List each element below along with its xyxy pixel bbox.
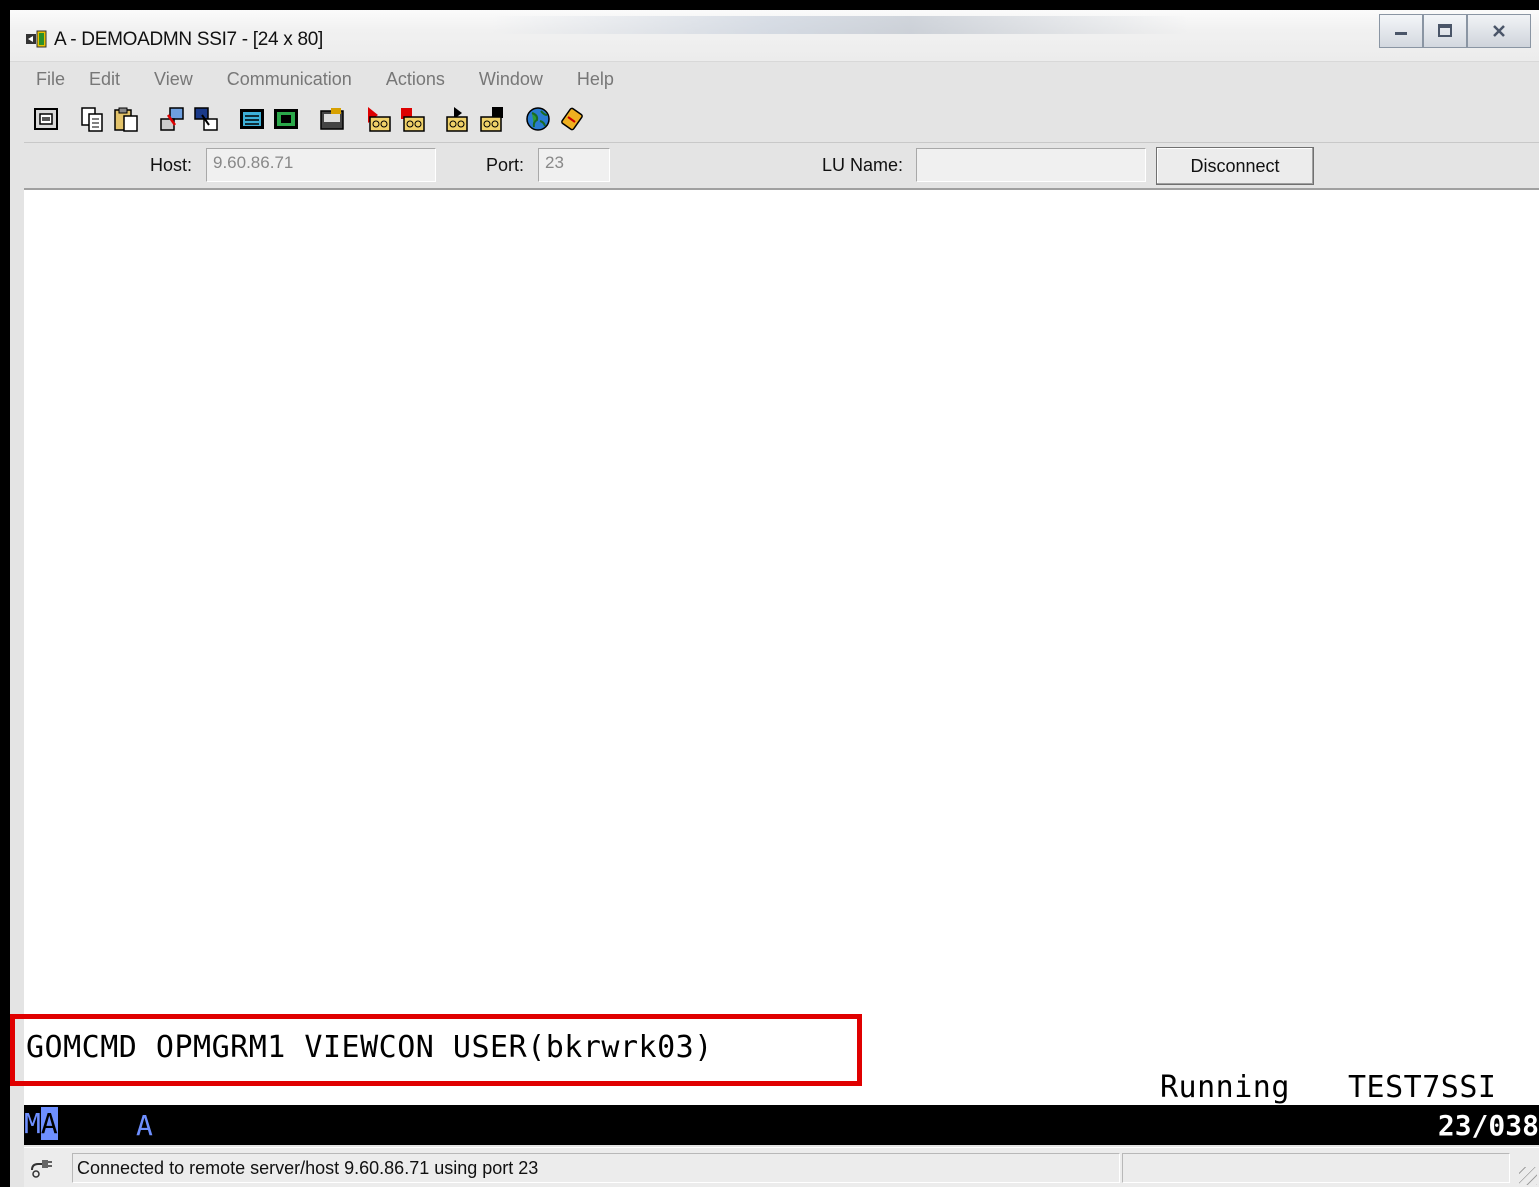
stop-macro-icon[interactable] — [396, 103, 428, 135]
cursor-position: 23/038 — [1437, 1109, 1539, 1142]
command-highlight-box — [10, 1014, 862, 1086]
host-field[interactable]: 9.60.86.71 — [206, 148, 436, 182]
window-title: A - DEMOADMN SSI7 - [24 x 80] — [54, 29, 323, 50]
port-field[interactable]: 23 — [538, 148, 610, 182]
maximize-icon[interactable] — [1423, 14, 1467, 48]
lu-name-label: LU Name: — [822, 155, 904, 175]
menu-bar: File Edit View Communication Actions Win… — [24, 64, 1539, 94]
copy-icon[interactable] — [76, 103, 108, 135]
play-macro-icon[interactable] — [442, 103, 474, 135]
resize-grip[interactable] — [1519, 1167, 1537, 1185]
color-map-icon[interactable] — [270, 103, 302, 135]
host-label: Host: — [150, 155, 193, 175]
oia-session: A — [136, 1109, 153, 1142]
menu-communication[interactable]: Communication — [215, 69, 352, 90]
oia-cursor: A — [40, 1107, 58, 1140]
minimize-icon[interactable] — [1379, 14, 1423, 48]
oia-indicator: MA — [24, 1107, 80, 1143]
operator-info-area: MA A 23/038 — [24, 1105, 1539, 1145]
toolbar — [24, 98, 1539, 140]
print-screen-icon[interactable] — [30, 103, 62, 135]
status-bar: Connected to remote server/host 9.60.86.… — [24, 1147, 1539, 1187]
status-message: Connected to remote server/host 9.60.86.… — [72, 1153, 1120, 1183]
terminal-window: A - DEMOADMN SSI7 - [24 x 80] File Edit … — [10, 10, 1539, 1187]
macro-icon[interactable] — [316, 103, 348, 135]
status-running: Running — [1160, 1070, 1290, 1105]
terminal-screen[interactable]: GOMCMD OPMGRM1 VIEWCON USER(bkrwrk03) Ru… — [10, 190, 1539, 1105]
paste-icon[interactable] — [110, 103, 142, 135]
lu-name-field[interactable] — [916, 148, 1146, 182]
title-bar-decoration — [490, 16, 1190, 34]
globe-icon[interactable] — [522, 103, 554, 135]
menu-edit[interactable]: Edit — [77, 69, 120, 90]
title-bar[interactable]: A - DEMOADMN SSI7 - [24 x 80] — [10, 10, 1539, 62]
menu-help[interactable]: Help — [565, 69, 614, 90]
receive-file-icon[interactable] — [190, 103, 222, 135]
close-icon[interactable] — [1467, 14, 1531, 48]
status-pane-right — [1122, 1153, 1510, 1183]
connection-bar: Host: 9.60.86.71 Port: 23 LU Name: Disco… — [24, 142, 1539, 190]
help-icon[interactable] — [556, 103, 588, 135]
disconnect-button[interactable]: Disconnect — [1156, 147, 1314, 185]
keyboard-map-icon[interactable] — [236, 103, 268, 135]
macro-settings-icon[interactable] — [476, 103, 508, 135]
port-label: Port: — [486, 155, 525, 175]
menu-actions[interactable]: Actions — [374, 69, 445, 90]
menu-view[interactable]: View — [142, 69, 193, 90]
record-macro-icon[interactable] — [362, 103, 394, 135]
system-name: TEST7SSI — [1348, 1070, 1497, 1105]
menu-file[interactable]: File — [24, 69, 65, 90]
menu-window[interactable]: Window — [467, 69, 543, 90]
window-controls — [1379, 14, 1531, 52]
app-icon[interactable] — [26, 30, 48, 48]
connection-status-icon — [31, 1160, 52, 1178]
send-file-icon[interactable] — [156, 103, 188, 135]
oia-indicator-prefix: M — [24, 1107, 41, 1140]
